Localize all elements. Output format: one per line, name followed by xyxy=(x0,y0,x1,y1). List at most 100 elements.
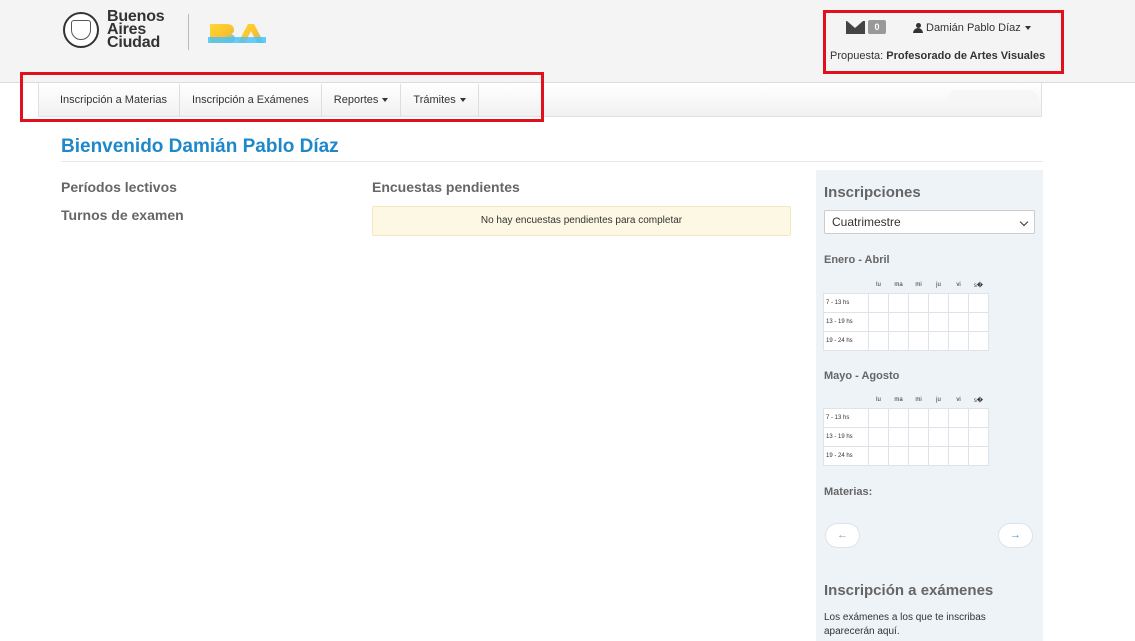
time-slot-label: 13 - 19 hs xyxy=(823,426,869,447)
user-icon xyxy=(913,23,923,33)
schedule-cell xyxy=(928,407,949,428)
materias-label: Materias: xyxy=(824,486,873,498)
encuestas-heading: Encuestas pendientes xyxy=(372,179,520,195)
propuesta-info: Propuesta: Profesorado de Artes Visuales xyxy=(830,50,1045,62)
schedule-cell xyxy=(888,292,909,313)
day-header: lu xyxy=(876,282,881,289)
schedule-cell xyxy=(928,330,949,351)
schedule-cell xyxy=(948,292,969,313)
schedule-row: 7 - 13 hs xyxy=(823,292,989,313)
select-value: Cuatrimestre xyxy=(832,215,901,229)
schedule-cell xyxy=(948,311,969,332)
schedule-grid-enero-abril: lu ma mi ju vi s� 7 - 13 hs 13 - 19 hs 1… xyxy=(823,278,989,351)
grid-corner xyxy=(824,393,869,408)
period-title-enero-abril: Enero - Abril xyxy=(824,254,890,266)
schedule-cell xyxy=(948,407,969,428)
schedule-cell xyxy=(888,407,909,428)
schedule-cell xyxy=(868,445,889,466)
schedule-cell xyxy=(968,407,989,428)
user-menu-toggle[interactable]: Damián Pablo Díaz xyxy=(926,22,1031,34)
nav-right-placeholder xyxy=(948,90,1038,108)
ba-logo-icon[interactable] xyxy=(208,22,266,44)
nav-highlight xyxy=(20,72,544,122)
schedule-cell xyxy=(908,292,929,313)
message-count-badge[interactable]: 0 xyxy=(868,20,886,34)
envelope-icon[interactable] xyxy=(846,21,865,34)
schedule-cell xyxy=(968,330,989,351)
logo-divider xyxy=(188,14,189,50)
day-header: ma xyxy=(894,397,903,404)
schedule-cell xyxy=(948,426,969,447)
schedule-cell xyxy=(908,445,929,466)
schedule-cell xyxy=(888,426,909,447)
day-header: vi xyxy=(956,282,961,289)
day-header: s� xyxy=(973,397,984,404)
arrow-right-icon: → xyxy=(1010,529,1021,541)
schedule-cell xyxy=(868,311,889,332)
time-slot-label: 19 - 24 hs xyxy=(823,330,869,351)
schedule-grid-mayo-agosto: lu ma mi ju vi s� 7 - 13 hs 13 - 19 hs 1… xyxy=(823,393,989,466)
day-header: ju xyxy=(936,282,941,289)
day-header: s� xyxy=(973,282,984,289)
chevron-down-icon xyxy=(1019,217,1029,227)
time-slot-label: 13 - 19 hs xyxy=(823,311,869,332)
arrow-left-icon: ← xyxy=(837,529,848,541)
caret-down-icon xyxy=(1024,26,1031,31)
inscripciones-heading: Inscripciones xyxy=(824,184,921,201)
time-slot-label: 7 - 13 hs xyxy=(823,292,869,313)
schedule-cell xyxy=(968,292,989,313)
logo-line-3: Ciudad xyxy=(107,34,161,51)
schedule-cell xyxy=(928,426,949,447)
day-header: ju xyxy=(936,397,941,404)
schedule-cell xyxy=(928,311,949,332)
schedule-row: 7 - 13 hs xyxy=(823,407,989,428)
periodos-lectivos-heading: Períodos lectivos xyxy=(61,179,177,195)
time-slot-label: 7 - 13 hs xyxy=(823,407,869,428)
schedule-row: 19 - 24 hs xyxy=(823,445,989,466)
day-header: ma xyxy=(894,282,903,289)
user-info-highlight: 0 Damián Pablo Díaz Propuesta: Profesora… xyxy=(823,10,1064,74)
schedule-cell xyxy=(908,426,929,447)
propuesta-value: Profesorado de Artes Visuales xyxy=(886,50,1046,62)
schedule-cell xyxy=(908,330,929,351)
day-header: vi xyxy=(956,397,961,404)
top-header: Buenos Aires Ciudad 0 Damián Pablo Díaz … xyxy=(0,0,1135,83)
schedule-cell xyxy=(908,407,929,428)
schedule-cell xyxy=(888,330,909,351)
schedule-row: 19 - 24 hs xyxy=(823,330,989,351)
schedule-cell xyxy=(948,330,969,351)
day-header: mi xyxy=(915,397,922,404)
inscripcion-examenes-text: Los exámenes a los que te inscribas apar… xyxy=(824,612,986,637)
divider xyxy=(61,161,1043,162)
inscripcion-examenes-heading: Inscripción a exámenes xyxy=(824,582,994,599)
inscripciones-panel: Inscripciones Cuatrimestre Enero - Abril… xyxy=(816,170,1043,641)
schedule-row: 13 - 19 hs xyxy=(823,426,989,447)
time-slot-label: 19 - 24 hs xyxy=(823,445,869,466)
day-header: lu xyxy=(876,397,881,404)
page-title: Bienvenido Damián Pablo Díaz xyxy=(61,136,339,157)
schedule-cell xyxy=(868,426,889,447)
propuesta-label: Propuesta: xyxy=(830,50,884,62)
schedule-cell xyxy=(868,330,889,351)
schedule-cell xyxy=(968,426,989,447)
period-title-mayo-agosto: Mayo - Agosto xyxy=(824,370,900,382)
user-name-label: Damián Pablo Díaz xyxy=(926,22,1021,34)
turnos-examen-heading: Turnos de examen xyxy=(61,207,184,223)
schedule-cell xyxy=(888,445,909,466)
prev-button[interactable]: ← xyxy=(825,523,860,548)
day-header: mi xyxy=(915,282,922,289)
schedule-cell xyxy=(928,445,949,466)
schedule-cell xyxy=(948,445,969,466)
period-type-select[interactable]: Cuatrimestre xyxy=(824,210,1035,234)
next-button[interactable]: → xyxy=(998,523,1033,548)
schedule-cell xyxy=(968,311,989,332)
encuestas-alert: No hay encuestas pendientes para complet… xyxy=(372,206,791,236)
schedule-cell xyxy=(968,445,989,466)
schedule-row: 13 - 19 hs xyxy=(823,311,989,332)
city-crest-icon xyxy=(63,12,99,48)
grid-corner xyxy=(824,278,869,293)
buenos-aires-ciudad-logo[interactable]: Buenos Aires Ciudad xyxy=(107,9,165,51)
schedule-cell xyxy=(868,407,889,428)
schedule-cell xyxy=(928,292,949,313)
schedule-cell xyxy=(908,311,929,332)
